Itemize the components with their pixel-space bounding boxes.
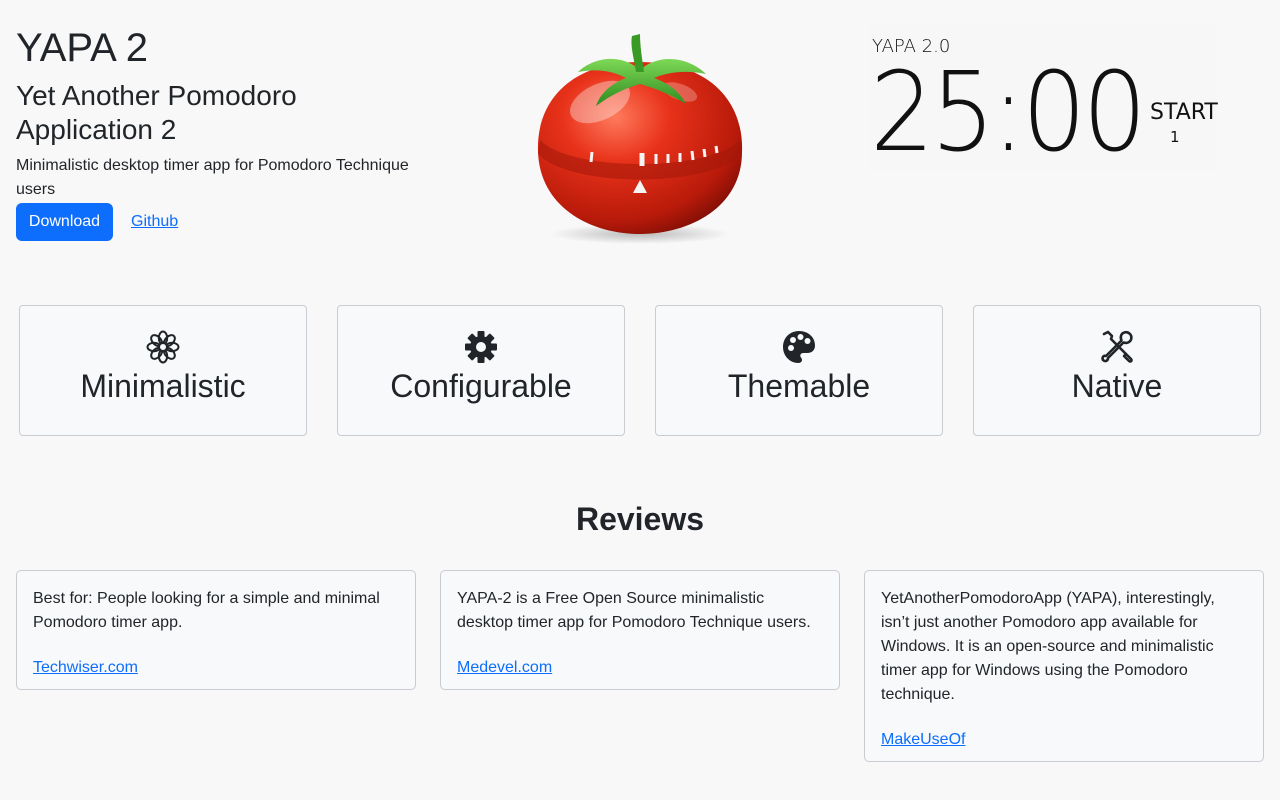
hero-actions: Download Github [16, 203, 436, 241]
timer-clock: 25:00 [870, 48, 1147, 176]
review-text: YetAnotherPomodoroApp (YAPA), interestin… [881, 590, 1215, 703]
review-source-link[interactable]: Medevel.com [457, 659, 552, 677]
timer-pomodoro-count: 1 [1170, 128, 1180, 146]
app-description: Minimalistic desktop timer app for Pomod… [16, 157, 409, 198]
review-source-link[interactable]: Techwiser.com [33, 659, 138, 677]
github-link[interactable]: Github [131, 213, 178, 231]
feature-label: Configurable [390, 368, 572, 404]
review-card: Best for: People looking for a simple an… [16, 570, 416, 690]
review-text: YAPA-2 is a Free Open Source minimalisti… [457, 590, 811, 631]
download-button[interactable]: Download [16, 203, 113, 241]
reviews-heading: Reviews [575, 501, 705, 537]
review-source-link[interactable]: MakeUseOf [881, 731, 965, 749]
feature-card-themable: Themable [655, 305, 943, 436]
palette-icon [782, 330, 816, 364]
review-card: YetAnotherPomodoroApp (YAPA), interestin… [864, 570, 1264, 762]
app-subtitle: Yet Another Pomodoro Application 2 [16, 80, 297, 145]
feature-card-minimalistic: Minimalistic [19, 305, 307, 436]
gear-icon [464, 330, 498, 364]
review-card: YAPA-2 is a Free Open Source minimalisti… [440, 570, 840, 690]
feature-card-native: Native [973, 305, 1261, 436]
review-text: Best for: People looking for a simple an… [33, 590, 380, 631]
feature-label: Themable [727, 368, 871, 404]
tomato-timer-image [530, 22, 750, 247]
tools-icon [1100, 330, 1134, 364]
hero-section: YAPA 2 Yet Another Pomodoro Application … [16, 24, 436, 241]
feature-label: Minimalistic [80, 368, 246, 404]
flower-icon [146, 330, 180, 364]
timer-preview: YAPA 2.0 25:00 START 1 [870, 24, 1218, 176]
timer-start-button: START [1150, 100, 1218, 125]
app-title: YAPA 2 [16, 26, 148, 70]
feature-label: Native [1071, 368, 1163, 404]
feature-card-configurable: Configurable [337, 305, 625, 436]
features-row: Minimalistic Configurable Themable Nativ… [19, 305, 1261, 436]
